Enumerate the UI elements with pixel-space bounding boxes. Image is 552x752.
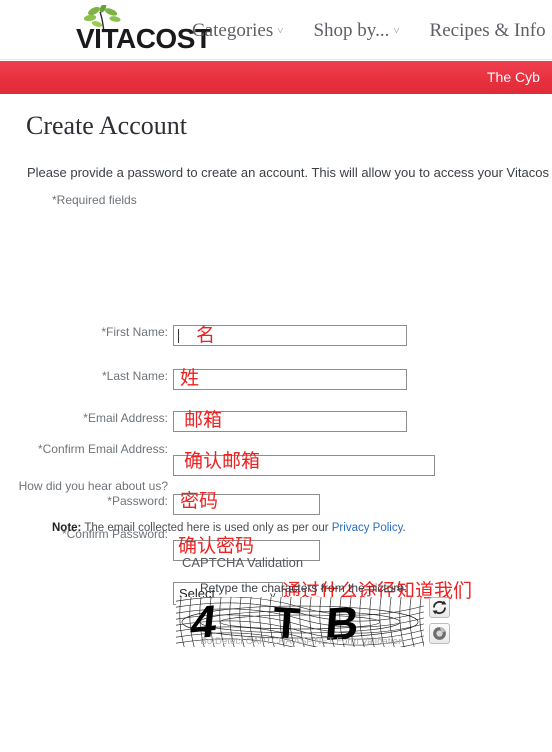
label-confirm-email-address: *Confirm Email Address: [37, 442, 168, 456]
last-name-input[interactable] [173, 369, 407, 390]
page-intro-text: Please provide a password to create an a… [27, 165, 549, 180]
form-row-email: *Email Address: 邮箱 [0, 411, 552, 441]
annotation-last-name: 姓 [180, 367, 200, 389]
annotation-confirm-email: 确认邮箱 [184, 450, 261, 472]
annotation-confirm-password: 确认密码 [178, 535, 255, 557]
annotation-email: 邮箱 [184, 409, 223, 431]
captcha-brand-text: BotDetect CAPTCHA ASP.NET Form Validatio… [200, 636, 404, 647]
captcha-instruction: Retype the characters from the picture: [200, 581, 408, 595]
nav-label-shop-by: Shop by... [313, 20, 390, 41]
label-first-name: *First Name: [101, 325, 168, 339]
privacy-note-suffix: . [402, 522, 406, 534]
promo-banner-text: The Cyb [487, 69, 540, 85]
form-row-hear-about-us: How did you hear about us? [0, 479, 552, 518]
privacy-note-prefix: Note: [52, 522, 82, 534]
label-hear-about-us: How did you hear about us? [18, 479, 168, 493]
required-fields-note: *Required fields [52, 193, 137, 207]
nav-item-recipes-info[interactable]: Recipes & Info [430, 20, 546, 42]
captcha-audio-button[interactable] [429, 623, 450, 644]
main-navigation: Categories ˅ Shop by... ˅ Recipes & Info [192, 20, 546, 42]
form-row-first-name: *First Name: 名 [0, 325, 552, 355]
nav-item-categories[interactable]: Categories ˅ [192, 20, 283, 42]
text-cursor [178, 329, 179, 343]
nav-item-shop-by[interactable]: Shop by... ˅ [313, 20, 399, 42]
privacy-note: Note: The email collected here is used o… [52, 522, 406, 534]
nav-label-recipes-info: Recipes & Info [429, 20, 546, 41]
refresh-icon [432, 600, 447, 615]
chevron-down-icon: ˅ [277, 25, 284, 37]
label-last-name: *Last Name: [101, 369, 168, 383]
captcha-section-title: CAPTCHA Validation [182, 555, 304, 570]
captcha-refresh-button[interactable] [429, 597, 450, 618]
nav-label-categories: Categories [192, 20, 274, 41]
form-row-last-name: *Last Name: 姓 [0, 369, 552, 399]
page-title: Create Account [26, 111, 187, 140]
privacy-policy-link[interactable]: Privacy Policy [332, 522, 403, 534]
site-header: VITACOST Categories ˅ Shop by... ˅ Recip… [0, 0, 552, 60]
privacy-note-text: The email collected here is used only as… [81, 522, 332, 534]
chevron-down-icon: ˅ [393, 25, 400, 37]
label-email-address: *Email Address: [83, 411, 168, 425]
vitacost-logo[interactable]: VITACOST [26, 5, 212, 53]
create-account-page: VITACOST Categories ˅ Shop by... ˅ Recip… [0, 0, 552, 752]
promo-banner[interactable]: The Cyb [0, 61, 552, 94]
audio-speaker-icon [433, 627, 446, 640]
annotation-first-name: 名 [196, 324, 216, 346]
